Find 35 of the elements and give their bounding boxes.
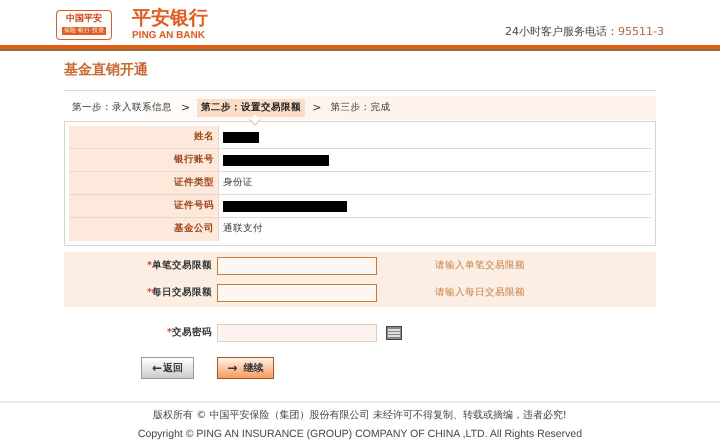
required-mark: * — [147, 258, 152, 273]
step-label: 第一步：录入联系信息 — [71, 100, 173, 115]
redaction-bar — [223, 132, 259, 142]
field-hint: 请输入单笔交易限额 — [435, 258, 525, 273]
limit-input-field[interactable] — [217, 284, 377, 302]
copyright-text: Copyright © PING AN INSURANCE (GROUP) COMPANY OF CHINA ,LTD. All Rights Reserved — [138, 426, 582, 442]
step-separator: > — [181, 100, 190, 116]
brand-name-english: PING AN BANK — [132, 31, 206, 41]
keyboard-icon[interactable] — [386, 326, 402, 340]
info-label: 证件类型 — [69, 172, 219, 194]
back-button[interactable]: ←返回 — [141, 357, 194, 379]
hotline-label: 24小时客户服务电话： — [505, 24, 618, 40]
hotline-number: 95511-3 — [618, 24, 664, 40]
info-value: 身份证 — [223, 176, 253, 190]
info-label: 证件号码 — [69, 195, 219, 217]
limit-input-field[interactable] — [217, 257, 377, 275]
step-pointer-icon — [250, 114, 261, 126]
brand-name: 平安银行 — [132, 9, 208, 28]
step-label: 第三步：完成 — [329, 100, 392, 115]
field-label: 每日交易限额 — [152, 286, 212, 300]
required-mark: * — [147, 286, 152, 300]
continue-button[interactable]: → 继续 — [217, 357, 274, 379]
page-title: 基金直销开通 — [64, 61, 148, 80]
info-value: 通联支付 — [223, 222, 263, 236]
info-label: 姓名 — [69, 126, 219, 148]
field-label: 单笔交易限额 — [152, 258, 212, 273]
field-hint: 请输入每日交易限额 — [435, 286, 525, 300]
logo-badge-text: 中国平安 — [66, 15, 102, 24]
field-label: 交易密码 — [172, 326, 212, 340]
step-separator: > — [312, 100, 322, 116]
required-mark: * — [167, 326, 172, 340]
info-label: 基金公司 — [69, 218, 219, 241]
password-input-field[interactable] — [217, 324, 377, 342]
info-label: 银行账号 — [69, 149, 219, 171]
copyright-text: 版权所有 © 中国平安保险（集团）股份有限公司 未经许可不得复制、转载或摘编，违者必究! — [153, 408, 567, 423]
